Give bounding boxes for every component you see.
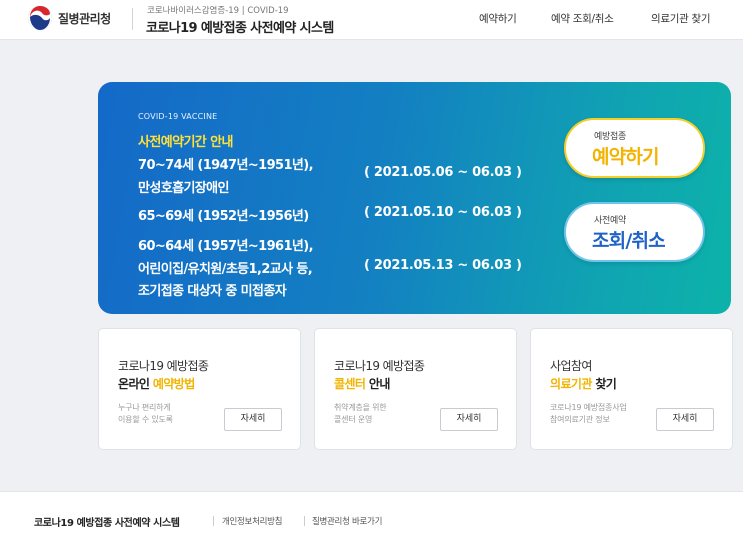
reservation-banner: COVID-19 VACCINE 사전예약기간 안내 70~74세 (1947년… xyxy=(98,82,731,314)
footer-divider xyxy=(304,516,305,526)
card-find-clinic: 사업참여 의료기관 찾기 코로나19 예방접종사업 참여의료기관 정보 자세히 xyxy=(530,328,733,450)
card-description: 취약계층을 위한 콜센터 운영 xyxy=(334,402,387,426)
card-title-line-1: 사업참여 xyxy=(550,359,592,373)
detail-button-call-center[interactable]: 자세히 xyxy=(440,408,498,431)
card-title-plain: 온라인 xyxy=(118,377,153,391)
footer-link-privacy[interactable]: 개인정보처리방침 xyxy=(222,515,282,527)
banner-date-2: ( 2021.05.10 ~ 06.03 ) xyxy=(364,205,522,220)
org-name[interactable]: 질병관리청 xyxy=(58,10,111,27)
card-call-center: 코로나19 예방접종 콜센터 안내 취약계층을 위한 콜센터 운영 자세히 xyxy=(314,328,517,450)
page-footer: 코로나19 예방접종 사전예약 시스템 개인정보처리방침 질병관리청 바로가기 xyxy=(0,491,743,535)
lookup-cancel-button[interactable]: 사전예약 조회/취소 xyxy=(564,202,705,262)
banner-date-3: ( 2021.05.13 ~ 06.03 ) xyxy=(364,258,522,273)
card-description-line: 취약계층을 위한 xyxy=(334,403,387,412)
banner-eyebrow: COVID-19 VACCINE xyxy=(138,112,218,121)
card-online-reservation: 코로나19 예방접종 온라인 예약방법 누구나 편리하게 이용할 수 있도록 자… xyxy=(98,328,301,450)
banner-heading: 사전예약기간 안내 xyxy=(138,135,233,150)
nav-find-clinic[interactable]: 의료기관 찾기 xyxy=(651,11,711,26)
lookup-button-label: 조회/취소 xyxy=(592,230,666,252)
banner-group-1-line-2: 만성호흡기장애인 xyxy=(138,181,229,196)
card-description-line: 누구나 편리하게 xyxy=(118,403,171,412)
card-title-highlight: 의료기관 xyxy=(550,377,592,391)
government-emblem-icon[interactable] xyxy=(27,5,53,31)
card-description-line: 콜센터 운영 xyxy=(334,415,373,424)
card-description: 누구나 편리하게 이용할 수 있도록 xyxy=(118,402,173,426)
banner-date-1: ( 2021.05.06 ~ 06.03 ) xyxy=(364,165,522,180)
card-title-plain: 안내 xyxy=(365,377,391,391)
card-title-highlight: 예약방법 xyxy=(152,377,195,391)
reserve-button[interactable]: 예방접종 예약하기 xyxy=(564,118,705,178)
lookup-button-caption: 사전예약 xyxy=(594,216,626,226)
card-title-line-2: 의료기관 찾기 xyxy=(550,375,617,392)
detail-button-online[interactable]: 자세히 xyxy=(224,408,282,431)
banner-group-3-line-1: 60~64세 (1957년~1961년), xyxy=(138,239,314,254)
banner-group-3-line-3: 조기접종 대상자 중 미접종자 xyxy=(138,284,287,299)
footer-link-kdca[interactable]: 질병관리청 바로가기 xyxy=(312,515,382,527)
card-description-line: 코로나19 예방접종사업 xyxy=(550,403,627,412)
card-description-line: 이용할 수 있도록 xyxy=(118,415,173,424)
banner-group-3-line-2: 어린이집/유치원/초등1,2교사 등, xyxy=(138,262,313,277)
reserve-button-label: 예약하기 xyxy=(592,146,660,168)
card-description: 코로나19 예방접종사업 참여의료기관 정보 xyxy=(550,402,627,426)
card-title-highlight: 콜센터 xyxy=(334,377,366,391)
reserve-button-caption: 예방접종 xyxy=(594,132,626,142)
banner-group-1-line-1: 70~74세 (1947년~1951년), xyxy=(138,158,314,173)
card-title-line-2: 콜센터 안내 xyxy=(334,375,390,392)
card-title-line-1: 코로나19 예방접종 xyxy=(334,359,425,373)
card-title-plain: 찾기 xyxy=(591,377,617,391)
banner-group-2-line-1: 65~69세 (1952년~1956년) xyxy=(138,209,309,224)
top-header: 질병관리청 코로나바이러스감염증-19 | COVID-19 코로나19 예방접… xyxy=(0,0,743,40)
system-title[interactable]: 코로나19 예방접종 사전예약 시스템 xyxy=(146,17,334,36)
card-title-line-2: 온라인 예약방법 xyxy=(118,375,195,392)
nav-reserve[interactable]: 예약하기 xyxy=(479,11,517,26)
card-description-line: 참여의료기관 정보 xyxy=(550,415,610,424)
header-divider xyxy=(132,8,133,30)
card-title-line-1: 코로나19 예방접종 xyxy=(118,359,209,373)
detail-button-clinic[interactable]: 자세히 xyxy=(656,408,714,431)
footer-title: 코로나19 예방접종 사전예약 시스템 xyxy=(34,518,180,529)
system-subtitle: 코로나바이러스감염증-19 | COVID-19 xyxy=(147,6,289,16)
nav-lookup-cancel[interactable]: 예약 조회/취소 xyxy=(551,11,614,26)
footer-divider xyxy=(213,516,214,526)
